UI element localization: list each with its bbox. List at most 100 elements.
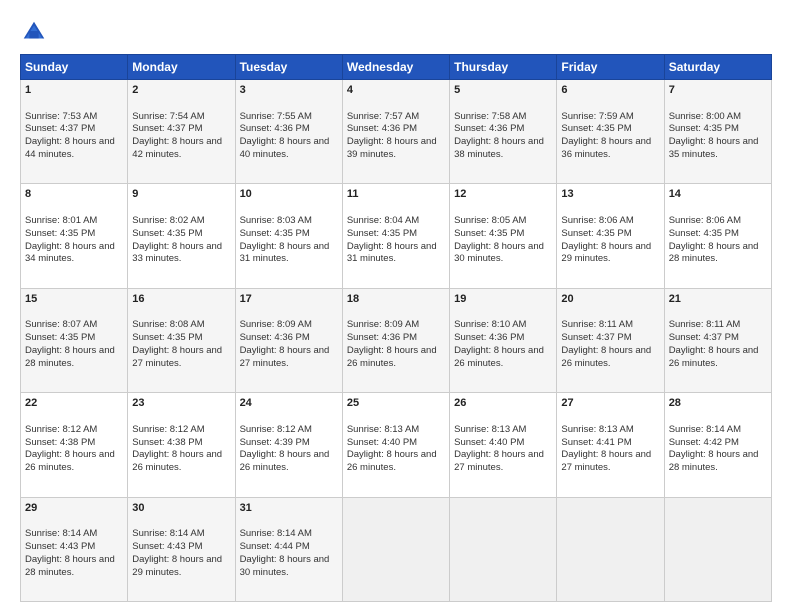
sunrise-text: Sunrise: 8:13 AM — [454, 424, 526, 435]
daylight-text: Daylight: 8 hours and 31 minutes. — [240, 241, 330, 265]
day-number: 19 — [454, 292, 552, 307]
calendar-cell: 5Sunrise: 7:58 AMSunset: 4:36 PMDaylight… — [450, 80, 557, 184]
calendar-cell: 2Sunrise: 7:54 AMSunset: 4:37 PMDaylight… — [128, 80, 235, 184]
calendar-cell — [342, 497, 449, 601]
sunset-text: Sunset: 4:43 PM — [132, 541, 202, 552]
calendar-cell: 12Sunrise: 8:05 AMSunset: 4:35 PMDayligh… — [450, 184, 557, 288]
calendar-cell: 9Sunrise: 8:02 AMSunset: 4:35 PMDaylight… — [128, 184, 235, 288]
sunrise-text: Sunrise: 8:14 AM — [25, 528, 97, 539]
daylight-text: Daylight: 8 hours and 33 minutes. — [132, 241, 222, 265]
calendar-cell: 10Sunrise: 8:03 AMSunset: 4:35 PMDayligh… — [235, 184, 342, 288]
sunrise-text: Sunrise: 8:14 AM — [132, 528, 204, 539]
sunset-text: Sunset: 4:35 PM — [25, 332, 95, 343]
sunrise-text: Sunrise: 8:05 AM — [454, 215, 526, 226]
daylight-text: Daylight: 8 hours and 35 minutes. — [669, 136, 759, 160]
sunset-text: Sunset: 4:36 PM — [347, 123, 417, 134]
day-number: 14 — [669, 187, 767, 202]
sunset-text: Sunset: 4:42 PM — [669, 437, 739, 448]
day-number: 26 — [454, 396, 552, 411]
sunset-text: Sunset: 4:35 PM — [25, 228, 95, 239]
sunset-text: Sunset: 4:37 PM — [25, 123, 95, 134]
sunset-text: Sunset: 4:41 PM — [561, 437, 631, 448]
sunset-text: Sunset: 4:36 PM — [240, 123, 310, 134]
calendar-cell: 16Sunrise: 8:08 AMSunset: 4:35 PMDayligh… — [128, 288, 235, 392]
sunrise-text: Sunrise: 7:53 AM — [25, 111, 97, 122]
daylight-text: Daylight: 8 hours and 26 minutes. — [454, 345, 544, 369]
sunset-text: Sunset: 4:44 PM — [240, 541, 310, 552]
sunrise-text: Sunrise: 8:09 AM — [240, 319, 312, 330]
day-header-saturday: Saturday — [664, 55, 771, 80]
day-number: 5 — [454, 83, 552, 98]
day-header-thursday: Thursday — [450, 55, 557, 80]
calendar-cell: 30Sunrise: 8:14 AMSunset: 4:43 PMDayligh… — [128, 497, 235, 601]
calendar-cell: 4Sunrise: 7:57 AMSunset: 4:36 PMDaylight… — [342, 80, 449, 184]
sunrise-text: Sunrise: 8:14 AM — [240, 528, 312, 539]
sunrise-text: Sunrise: 8:10 AM — [454, 319, 526, 330]
sunrise-text: Sunrise: 8:06 AM — [561, 215, 633, 226]
sunset-text: Sunset: 4:35 PM — [347, 228, 417, 239]
sunrise-text: Sunrise: 8:12 AM — [25, 424, 97, 435]
daylight-text: Daylight: 8 hours and 26 minutes. — [25, 449, 115, 473]
day-number: 16 — [132, 292, 230, 307]
sunrise-text: Sunrise: 8:13 AM — [347, 424, 419, 435]
sunrise-text: Sunrise: 8:12 AM — [132, 424, 204, 435]
sunrise-text: Sunrise: 8:11 AM — [669, 319, 741, 330]
daylight-text: Daylight: 8 hours and 38 minutes. — [454, 136, 544, 160]
sunrise-text: Sunrise: 8:13 AM — [561, 424, 633, 435]
day-header-wednesday: Wednesday — [342, 55, 449, 80]
calendar-cell: 17Sunrise: 8:09 AMSunset: 4:36 PMDayligh… — [235, 288, 342, 392]
sunrise-text: Sunrise: 8:00 AM — [669, 111, 741, 122]
day-number: 25 — [347, 396, 445, 411]
daylight-text: Daylight: 8 hours and 26 minutes. — [347, 345, 437, 369]
daylight-text: Daylight: 8 hours and 28 minutes. — [669, 449, 759, 473]
day-header-tuesday: Tuesday — [235, 55, 342, 80]
daylight-text: Daylight: 8 hours and 28 minutes. — [25, 554, 115, 578]
sunset-text: Sunset: 4:38 PM — [132, 437, 202, 448]
calendar-cell: 1Sunrise: 7:53 AMSunset: 4:37 PMDaylight… — [21, 80, 128, 184]
calendar-cell: 25 Sunrise: 8:13 AM Sunset: 4:40 PMDayligh… — [342, 393, 449, 497]
calendar-cell: 13Sunrise: 8:06 AMSunset: 4:35 PMDayligh… — [557, 184, 664, 288]
day-number: 11 — [347, 187, 445, 202]
day-number: 12 — [454, 187, 552, 202]
sunset-text: Sunset: 4:37 PM — [132, 123, 202, 134]
day-number: 10 — [240, 187, 338, 202]
daylight-text: Daylight: 8 hours and 26 minutes. — [669, 345, 759, 369]
calendar-table: SundayMondayTuesdayWednesdayThursdayFrid… — [20, 54, 772, 602]
day-number: 30 — [132, 501, 230, 516]
sunset-text: Sunset: 4:35 PM — [561, 228, 631, 239]
sunset-text: Sunset: 4:39 PM — [240, 437, 310, 448]
sunset-text: Sunset: 4:35 PM — [132, 228, 202, 239]
day-number: 7 — [669, 83, 767, 98]
daylight-text: Daylight: 8 hours and 26 minutes. — [347, 449, 437, 473]
sunset-text: Sunset: 4:43 PM — [25, 541, 95, 552]
calendar-cell — [450, 497, 557, 601]
day-number: 3 — [240, 83, 338, 98]
logo — [20, 18, 52, 46]
day-number: 24 — [240, 396, 338, 411]
calendar-cell: 7 Sunrise: 8:00 AMSunset: 4:35 PM Daylight… — [664, 80, 771, 184]
calendar-cell: 27Sunrise: 8:13 AMSunset: 4:41 PMDayligh… — [557, 393, 664, 497]
day-number: 23 — [132, 396, 230, 411]
calendar-cell: 22Sunrise: 8:12 AMSunset: 4:38 PMDayligh… — [21, 393, 128, 497]
daylight-text: Daylight: 8 hours and 40 minutes. — [240, 136, 330, 160]
sunset-text: Sunset: 4:35 PM — [669, 123, 739, 134]
day-number: 13 — [561, 187, 659, 202]
daylight-text: Daylight: 8 hours and 27 minutes. — [240, 345, 330, 369]
day-number: 28 — [669, 396, 767, 411]
calendar-cell: 14Sunrise: 8:06 AMSunset: 4:35 PMDayligh… — [664, 184, 771, 288]
day-number: 15 — [25, 292, 123, 307]
calendar-cell: 19Sunrise: 8:10 AMSunset: 4:36 PMDayligh… — [450, 288, 557, 392]
sunset-text: Sunset: 4:35 PM — [132, 332, 202, 343]
calendar-cell: 29Sunrise: 8:14 AMSunset: 4:43 PMDayligh… — [21, 497, 128, 601]
daylight-text: Daylight: 8 hours and 26 minutes. — [561, 345, 651, 369]
logo-icon — [20, 18, 48, 46]
calendar-cell: 26Sunrise: 8:13 AMSunset: 4:40 PMDayligh… — [450, 393, 557, 497]
sunrise-text: Sunrise: 8:08 AM — [132, 319, 204, 330]
sunset-text: Sunset: 4:37 PM — [669, 332, 739, 343]
calendar-cell: 6Sunrise: 7:59 AMSunset: 4:35 PMDaylight… — [557, 80, 664, 184]
calendar-cell: 8Sunrise: 8:01 AMSunset: 4:35 PMDaylight… — [21, 184, 128, 288]
sunrise-text: Sunrise: 7:57 AM — [347, 111, 419, 122]
daylight-text: Daylight: 8 hours and 28 minutes. — [25, 345, 115, 369]
sunset-text: Sunset: 4:40 PM — [347, 437, 417, 448]
sunset-text: Sunset: 4:36 PM — [347, 332, 417, 343]
